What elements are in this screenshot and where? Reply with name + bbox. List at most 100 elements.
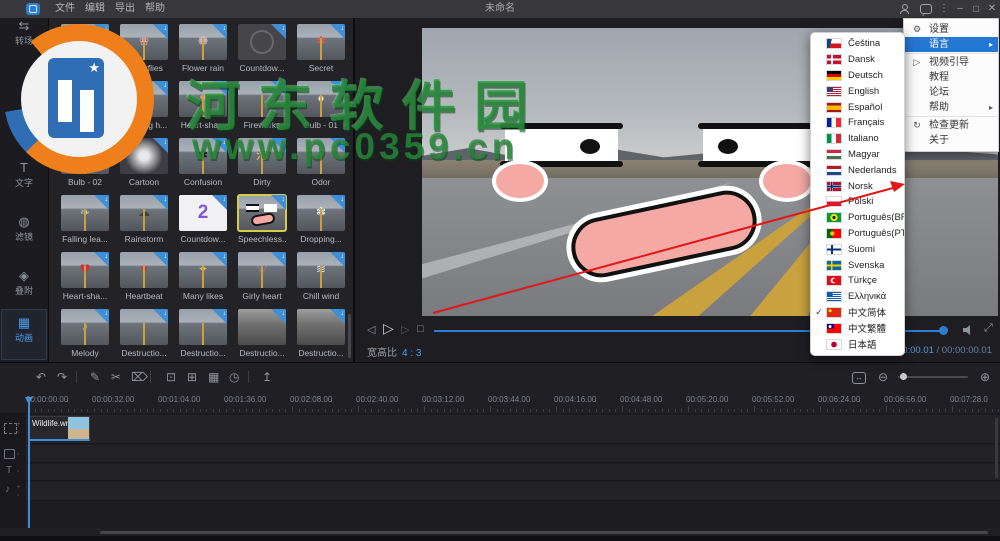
effect-item[interactable]: ♪ ↓ Melody	[61, 309, 109, 361]
music-track[interactable]	[0, 482, 1000, 501]
menu-help[interactable]: 帮助	[140, 0, 170, 18]
dropdown-menu-item[interactable]: ⚙ 设置	[904, 22, 998, 37]
effect-thumbnail[interactable]: 污 ↓	[238, 138, 286, 174]
effect-thumbnail[interactable]: ✦ ↓	[61, 24, 109, 60]
lock-icon[interactable]: ▫	[17, 452, 19, 458]
sidebar-item[interactable]: ⇆ 转场	[0, 18, 48, 47]
library-scrollbar[interactable]	[348, 314, 351, 358]
playhead[interactable]	[28, 397, 30, 528]
effect-thumbnail[interactable]: ✦ ↓	[179, 252, 227, 288]
language-option[interactable]: Nederlands	[811, 162, 904, 178]
effect-thumbnail[interactable]: ✺ ↓	[61, 138, 109, 174]
feedback-icon[interactable]	[920, 4, 932, 14]
split-button[interactable]: ✂	[111, 370, 121, 384]
playback-progress-handle[interactable]	[939, 326, 948, 335]
maximize-button[interactable]: ▢	[968, 0, 984, 18]
next-frame-button[interactable]: ▷	[401, 323, 409, 336]
effect-thumbnail[interactable]: ✱ ↓	[179, 138, 227, 174]
crop-button[interactable]: ⊡	[166, 370, 176, 384]
lock-icon[interactable]: ▫	[17, 469, 19, 475]
timeline-ruler[interactable]: 00:00:00.0000:00:32.0000:01:04.0000:01:3…	[0, 393, 1000, 413]
effect-item[interactable]: ↓ Cartoon	[120, 138, 168, 190]
language-option[interactable]: English	[811, 83, 904, 99]
effect-thumbnail[interactable]: ↓	[297, 138, 345, 174]
effect-thumbnail[interactable]: ↓	[238, 24, 286, 60]
effect-item[interactable]: ♥ ↓ Heartbeat	[120, 252, 168, 304]
effect-thumbnail[interactable]: ♪ ↓	[61, 309, 109, 345]
volume-icon[interactable]	[963, 325, 975, 335]
effect-thumbnail[interactable]: ♥ ↓	[120, 81, 168, 117]
add-icon[interactable]: +	[17, 422, 21, 428]
timeline-hscrollbar[interactable]	[100, 531, 988, 534]
language-option[interactable]: 日本語	[811, 336, 904, 352]
download-icon[interactable]: ↓	[330, 138, 345, 153]
dropdown-menu-item[interactable]: 语言 ▸	[904, 37, 998, 52]
language-option[interactable]: Čeština	[811, 36, 904, 52]
effect-thumbnail[interactable]: ● ↓	[297, 81, 345, 117]
effect-thumbnail[interactable]: ❀ ↓	[61, 81, 109, 117]
text-track[interactable]	[0, 464, 1000, 481]
effect-item[interactable]: 污 ↓ Dirty	[238, 138, 286, 190]
download-icon[interactable]: ↓	[153, 138, 168, 153]
effect-thumbnail[interactable]: ↓	[120, 138, 168, 174]
pip-track[interactable]	[0, 445, 1000, 463]
menu-edit[interactable]: 编辑	[80, 0, 110, 18]
language-option[interactable]: Türkçe	[811, 273, 904, 289]
dropdown-menu-item[interactable]: ↻ 检查更新	[904, 118, 998, 133]
effect-thumbnail[interactable]: ♥ ↓	[179, 81, 227, 117]
sidebar-item[interactable]: ▦ 动画	[1, 309, 47, 360]
zoom-in-button[interactable]: ⊕	[980, 370, 990, 384]
timeline-zoom-handle[interactable]	[900, 373, 907, 380]
dropdown-menu-item[interactable]: 论坛	[904, 85, 998, 100]
video-track[interactable]	[0, 415, 1000, 444]
effect-item[interactable]: ❁ ↓ Flower rain	[179, 24, 227, 76]
play-button[interactable]: ▷	[383, 320, 394, 337]
minimize-button[interactable]: –	[952, 0, 968, 18]
effect-item[interactable]: ✱ ↓ Confusion	[179, 138, 227, 190]
more-menu-icon[interactable]: ⋮	[936, 0, 952, 18]
account-icon[interactable]	[900, 4, 909, 14]
zoom-out-button[interactable]: ⊖	[878, 370, 888, 384]
effect-item[interactable]: ✱ ↓ Secret	[297, 24, 345, 76]
language-option[interactable]: Ελληνικά	[811, 289, 904, 305]
language-option[interactable]: Português(PT)	[811, 226, 904, 242]
stop-button[interactable]: □	[417, 323, 424, 335]
effect-thumbnail[interactable]: ↓	[297, 309, 345, 345]
language-option[interactable]: 中文繁體	[811, 320, 904, 336]
sidebar-item[interactable]: ◈ 叠附	[0, 268, 48, 297]
effect-item[interactable]: ✦ ↓ Many likes	[179, 252, 227, 304]
effect-item[interactable]: ↓ Destructio...	[120, 309, 168, 361]
effect-thumbnail[interactable]: ↓	[238, 309, 286, 345]
language-option[interactable]: Polski	[811, 194, 904, 210]
zoom-frame-button[interactable]: ⊞	[187, 370, 197, 384]
effect-thumbnail[interactable]: ♥ ↓	[120, 252, 168, 288]
lock-icon[interactable]: ▫	[17, 430, 19, 436]
lock-icon[interactable]: ▫	[17, 493, 19, 499]
download-icon[interactable]: ↓	[153, 309, 168, 324]
timeline-vscrollbar[interactable]	[995, 418, 998, 478]
effect-thumbnail[interactable]: ❁ ↓	[179, 24, 227, 60]
language-option[interactable]: Português(BR)	[811, 210, 904, 226]
effect-item[interactable]: ≋ ↓ Chill wind	[297, 252, 345, 304]
effect-thumbnail[interactable]: ↓	[238, 81, 286, 117]
effect-thumbnail[interactable]: ☁ ↓	[120, 195, 168, 231]
effect-thumbnail[interactable]: ↓	[120, 309, 168, 345]
effect-item[interactable]: ❧ ↓ Falling lea...	[61, 195, 109, 247]
language-option[interactable]: ✓ 中文简体	[811, 305, 904, 321]
language-option[interactable]: Norsk	[811, 178, 904, 194]
timeline-clip[interactable]: Wildlife.wmv	[28, 416, 90, 441]
effect-thumbnail[interactable]: ≋ ↓	[297, 252, 345, 288]
close-button[interactable]: ✕	[984, 0, 1000, 18]
effect-item[interactable]: ❃ ↓ Dropping...	[297, 195, 345, 247]
effect-item[interactable]: ♥ ↓ Heart-sha...	[179, 81, 227, 133]
effect-item[interactable]: ☁ ↓ Rainstorm	[120, 195, 168, 247]
effect-thumbnail[interactable]: ↓	[238, 195, 286, 231]
download-icon[interactable]: ↓	[271, 81, 286, 96]
effect-thumbnail[interactable]: ♡ ↓	[238, 252, 286, 288]
effect-item[interactable]: ↓ Destructio...	[297, 309, 345, 361]
language-option[interactable]: Français	[811, 115, 904, 131]
effect-thumbnail[interactable]: ♥ ↓	[61, 252, 109, 288]
duration-button[interactable]: ◷	[229, 370, 239, 384]
dropdown-menu-item[interactable]: ▷ 视频引导	[904, 55, 998, 70]
download-icon[interactable]: ↓	[271, 309, 286, 324]
